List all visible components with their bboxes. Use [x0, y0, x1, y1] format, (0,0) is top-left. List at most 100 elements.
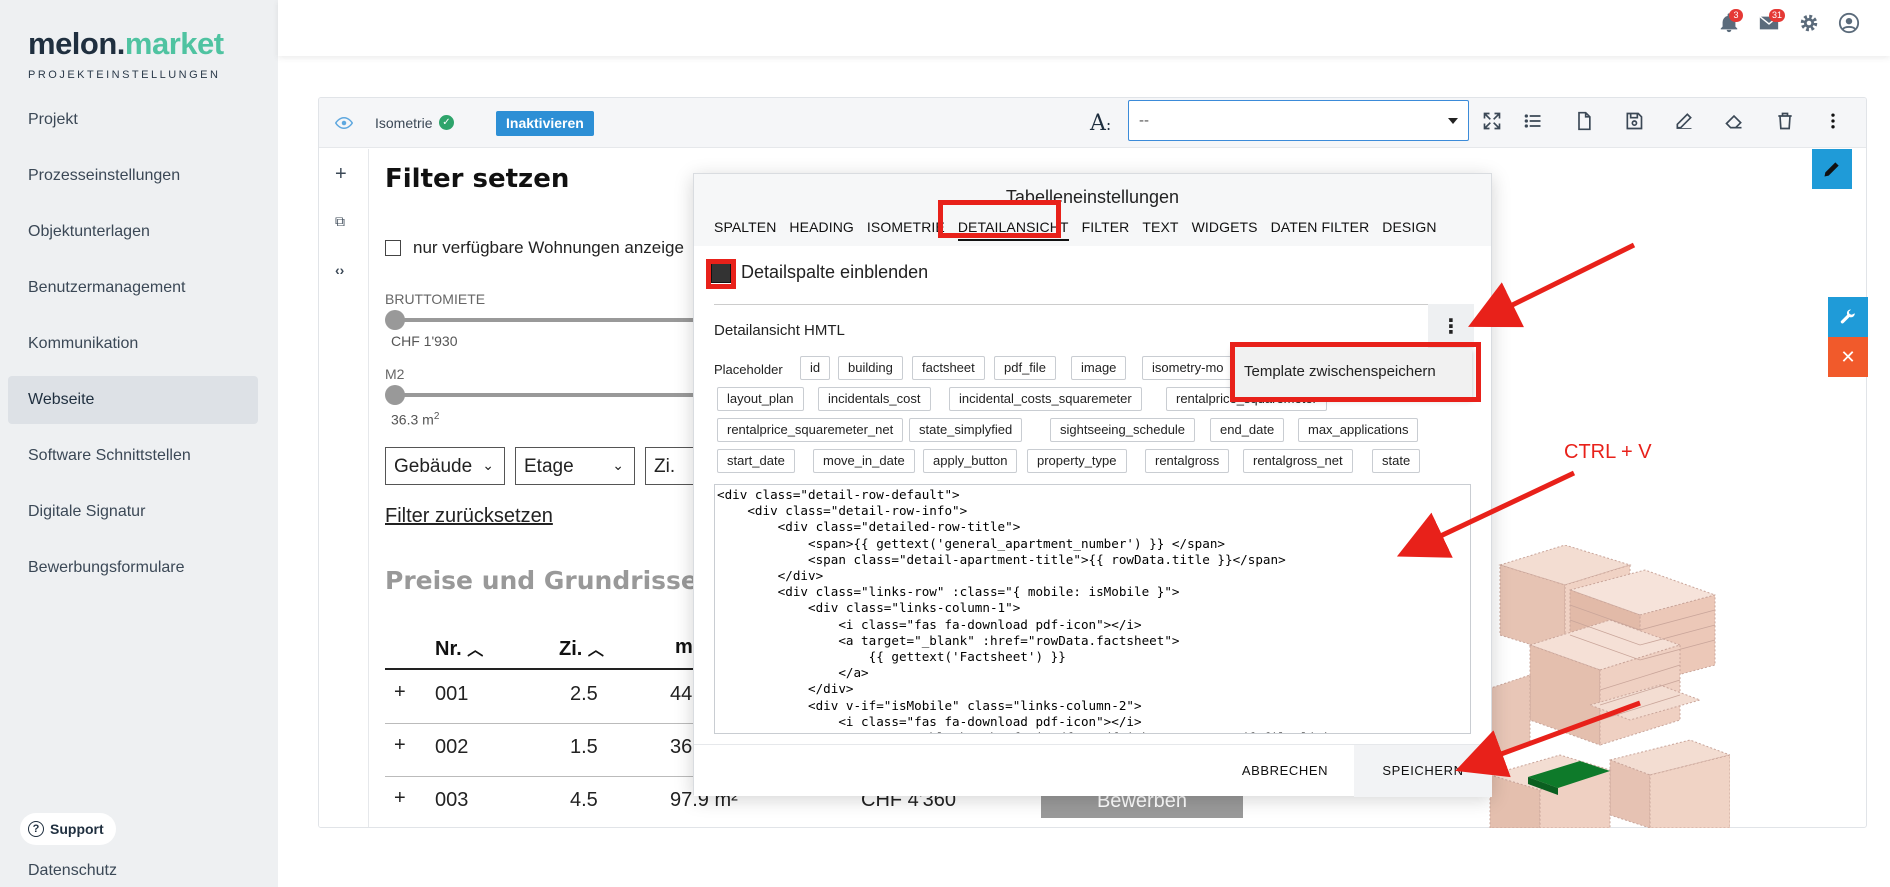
placeholder-chip[interactable]: state_simplyfied: [909, 418, 1023, 442]
copy-icon[interactable]: ⧉: [335, 213, 345, 230]
left-toolbar: + ⧉ ‹›: [319, 149, 369, 827]
sidebar-item-software-schnittstellen[interactable]: Software Schnittstellen: [8, 432, 258, 480]
placeholder-chip[interactable]: start_date: [717, 449, 795, 473]
placeholder-chip[interactable]: isometry-mo: [1142, 356, 1232, 380]
close-icon[interactable]: ✕: [1828, 337, 1868, 377]
deactivate-button[interactable]: Inaktivieren: [496, 111, 594, 136]
edit-icon[interactable]: [1674, 111, 1696, 133]
tab-design[interactable]: DESIGN: [1382, 219, 1436, 241]
m2-label: M2: [385, 366, 405, 382]
logo-accent: market: [124, 26, 224, 61]
code-icon[interactable]: ‹›: [335, 262, 344, 278]
mail-icon[interactable]: 31: [1758, 9, 1786, 36]
dropdown-etage[interactable]: Etage ⌄: [515, 447, 635, 485]
logo[interactable]: melon.market: [28, 26, 224, 62]
available-only-checkbox-row[interactable]: nur verfügbare Wohnungen anzeige: [385, 238, 684, 258]
placeholder-chip[interactable]: max_applications: [1298, 418, 1419, 442]
annotation-highlight-checkbox: [706, 259, 736, 289]
filter-title: Filter setzen: [385, 164, 570, 194]
placeholder-chip[interactable]: state: [1372, 449, 1421, 473]
column-header-zi[interactable]: Zi. ︿: [559, 636, 604, 661]
column-header-nr[interactable]: Nr. ︿: [435, 636, 483, 661]
dialog-footer: ABBRECHEN SPEICHERN: [694, 744, 1492, 797]
annotation-highlight-tab: [938, 200, 1061, 238]
placeholder-chip[interactable]: sightseeing_schedule: [1050, 418, 1196, 442]
add-icon[interactable]: +: [335, 163, 347, 186]
reset-filter-link[interactable]: Filter zurücksetzen: [385, 505, 553, 528]
bruttomiete-label: BRUTTOMIETE: [385, 291, 486, 307]
chevron-down-icon: ⌄: [482, 457, 494, 473]
tab-heading[interactable]: HEADING: [789, 219, 854, 241]
placeholder-chip[interactable]: rentalprice_squaremeter_net: [717, 418, 904, 442]
support-button[interactable]: ? Support: [20, 813, 116, 845]
list-icon[interactable]: [1523, 111, 1545, 133]
placeholder-chip[interactable]: rentalgross_net: [1243, 449, 1353, 473]
placeholder-chip[interactable]: incidentals_cost: [818, 387, 931, 411]
tab-text[interactable]: TEXT: [1142, 219, 1178, 241]
save-button[interactable]: SPEICHERN: [1354, 745, 1492, 797]
row-expand-button[interactable]: +: [394, 734, 406, 757]
placeholder-chip[interactable]: incidental_costs_squaremeter: [949, 387, 1142, 411]
eye-icon[interactable]: [334, 114, 354, 137]
expand-icon[interactable]: [1482, 111, 1504, 133]
column-header-m2[interactable]: m: [675, 636, 693, 659]
sidebar-item-webseite[interactable]: Webseite: [8, 376, 258, 424]
row-expand-button[interactable]: +: [394, 681, 406, 704]
sidebar-item-prozesseinstellungen[interactable]: Prozesseinstellungen: [8, 152, 258, 200]
detail-column-label: Detailspalte einblenden: [741, 262, 929, 282]
tab-daten-filter[interactable]: DATEN FILTER: [1271, 219, 1370, 241]
tab-widgets[interactable]: WIDGETS: [1192, 219, 1258, 241]
user-icon[interactable]: [1838, 12, 1862, 36]
placeholder-chip[interactable]: apply_button: [923, 449, 1018, 473]
available-only-checkbox[interactable]: [385, 240, 401, 256]
sidebar-item-objektunterlagen[interactable]: Objektunterlagen: [8, 208, 258, 256]
table-cell: 4.5: [570, 789, 598, 811]
messages-badge: 31: [1769, 9, 1786, 22]
placeholder-chip[interactable]: end_date: [1210, 418, 1285, 442]
tab-filter[interactable]: FILTER: [1082, 219, 1130, 241]
detail-html-editor[interactable]: <div class="detail-row-default"> <div cl…: [714, 484, 1471, 734]
sidebar-item-projekt[interactable]: Projekt: [8, 96, 258, 144]
placeholder-chip[interactable]: layout_plan: [717, 387, 804, 411]
support-label: Support: [50, 821, 104, 837]
wrench-icon[interactable]: [1828, 297, 1868, 337]
placeholder-chip[interactable]: pdf_file: [994, 356, 1056, 380]
file-icon[interactable]: [1574, 111, 1596, 133]
tab-isometrie[interactable]: ISOMETRIE: [867, 219, 945, 241]
trash-icon[interactable]: [1775, 111, 1797, 133]
eraser-icon[interactable]: [1724, 111, 1746, 133]
tab-spalten[interactable]: SPALTEN: [714, 219, 776, 241]
placeholder-chip[interactable]: building: [838, 356, 903, 380]
placeholder-chip[interactable]: rentalgross: [1145, 449, 1230, 473]
font-select[interactable]: --: [1128, 100, 1469, 141]
dialog-tabs: SPALTEN HEADING ISOMETRIE DETAILANSICHT …: [714, 219, 1437, 241]
sidebar-item-kommunikation[interactable]: Kommunikation: [8, 320, 258, 368]
placeholder-chip[interactable]: move_in_date: [813, 449, 915, 473]
table-cell: 002: [435, 736, 469, 758]
gear-icon[interactable]: [1798, 12, 1822, 36]
row-expand-button[interactable]: +: [394, 787, 406, 810]
help-icon: ?: [28, 821, 44, 837]
placeholder-chip[interactable]: image: [1071, 356, 1127, 380]
sidebar-item-digitale-signatur[interactable]: Digitale Signatur: [8, 488, 258, 536]
logo-main: melon.: [28, 26, 125, 61]
sidebar-item-benutzermanagement[interactable]: Benutzermanagement: [8, 264, 258, 312]
m2-slider-handle[interactable]: [385, 385, 405, 405]
placeholder-chip[interactable]: id: [800, 356, 831, 380]
cancel-button[interactable]: ABBRECHEN: [1232, 745, 1338, 797]
pencil-icon[interactable]: [1812, 149, 1852, 189]
save-icon[interactable]: [1624, 111, 1646, 133]
more-vertical-icon[interactable]: [1823, 111, 1845, 133]
bell-icon[interactable]: 3: [1718, 9, 1743, 36]
placeholder-chip[interactable]: factsheet: [912, 356, 985, 380]
detail-column-toggle[interactable]: Detailspalte einblenden: [711, 262, 928, 283]
font-select-value: --: [1139, 112, 1149, 129]
annotation-highlight-template: [1230, 342, 1481, 402]
table-cell: 003: [435, 789, 469, 811]
bruttomiete-slider-handle[interactable]: [385, 310, 405, 330]
datenschutz-link[interactable]: Datenschutz: [28, 862, 117, 880]
caret-down-icon: [1448, 118, 1458, 124]
sidebar-item-bewerbungsformulare[interactable]: Bewerbungsformulare: [8, 544, 258, 592]
dropdown-gebaeude[interactable]: Gebäude ⌄: [385, 447, 505, 485]
placeholder-chip[interactable]: property_type: [1027, 449, 1127, 473]
